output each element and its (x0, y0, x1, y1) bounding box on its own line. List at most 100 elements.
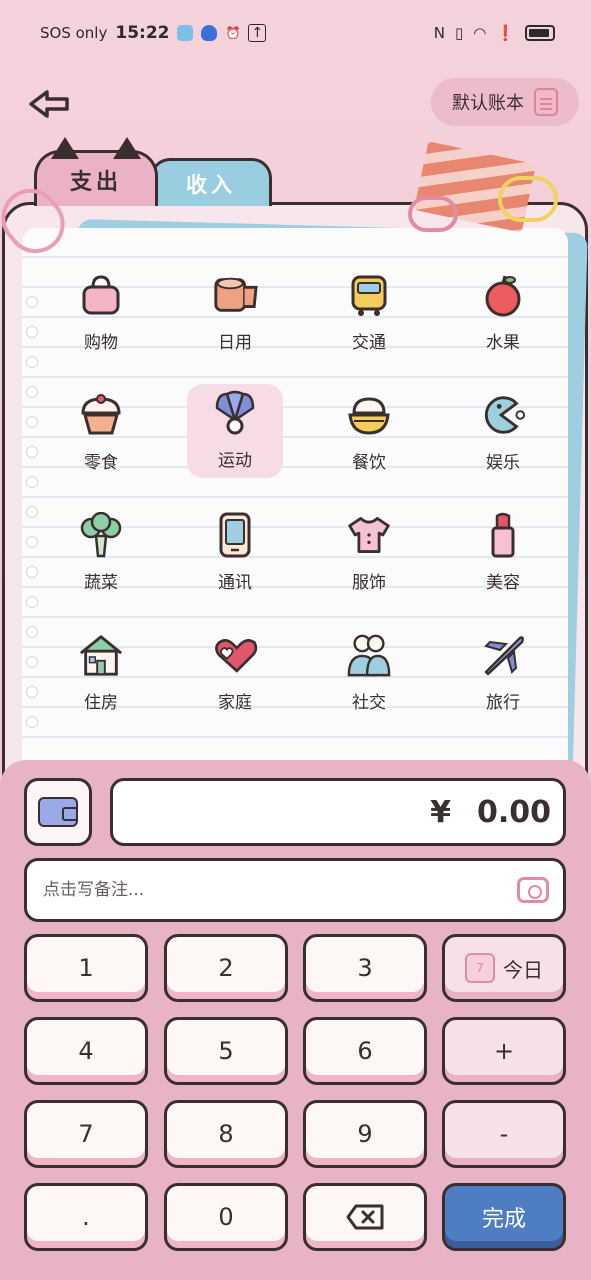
house-icon (78, 632, 124, 678)
nfc-icon: N (433, 24, 445, 42)
category-label: 零食 (84, 453, 118, 473)
calendar-icon: 7 (465, 953, 495, 983)
status-left: SOS only 15:22 ⏰ ↑ (40, 23, 267, 43)
plus-button[interactable]: + (442, 1017, 566, 1085)
app-notification-icon (177, 25, 194, 41)
key-dot[interactable]: . (24, 1183, 148, 1251)
key-4[interactable]: 4 (24, 1017, 148, 1085)
key-2[interactable]: 2 (164, 934, 288, 1002)
category-label: 日用 (218, 333, 252, 353)
ledger-selector-button[interactable]: 默认账本 (431, 78, 579, 126)
wifi-icon: ◠ (473, 24, 487, 42)
category-label: 服饰 (352, 573, 386, 593)
category-label: 旅行 (486, 693, 520, 713)
category-daily[interactable]: 日用 (187, 266, 283, 360)
back-arrow-icon (29, 90, 69, 118)
key-7[interactable]: 7 (24, 1100, 148, 1168)
shopping-bag-icon (78, 272, 124, 318)
phone-icon (212, 512, 258, 558)
status-right: N ▯ ◠ ❗ (434, 24, 555, 42)
category-label: 住房 (84, 693, 118, 713)
key-9[interactable]: 9 (303, 1100, 427, 1168)
date-label: 今日 (503, 957, 543, 982)
category-snacks[interactable]: 零食 (53, 386, 149, 480)
status-bar: SOS only 15:22 ⏰ ↑ N ▯ ◠ ❗ (0, 0, 591, 66)
key-0[interactable]: 0 (164, 1183, 288, 1251)
tab-income[interactable]: 收入 (150, 158, 272, 206)
category-label: 交通 (352, 333, 386, 353)
backspace-icon (346, 1204, 384, 1230)
date-button[interactable]: 7 今日 (442, 934, 566, 1002)
ledger-label: 默认账本 (452, 93, 524, 114)
category-family[interactable]: 家庭 (187, 626, 283, 720)
tab-expense[interactable]: 支出 (34, 137, 158, 206)
category-label: 蔬菜 (84, 573, 118, 593)
cat-ear-right (113, 137, 141, 159)
shirt-icon (346, 512, 392, 558)
category-label: 家庭 (218, 693, 252, 713)
category-social[interactable]: 社交 (321, 626, 417, 720)
remark-input[interactable] (43, 880, 463, 900)
done-button[interactable]: 完成 (442, 1183, 566, 1251)
category-dining[interactable]: 餐饮 (321, 386, 417, 480)
key-6[interactable]: 6 (303, 1017, 427, 1085)
lipstick-icon (480, 512, 526, 558)
tissue-roll-icon (212, 272, 258, 318)
cupcake-icon (78, 392, 124, 438)
category-vegetables[interactable]: 蔬菜 (53, 506, 149, 600)
camera-icon[interactable] (517, 877, 549, 903)
category-label: 餐饮 (352, 453, 386, 473)
account-select-button[interactable] (24, 778, 92, 846)
wallet-icon (38, 797, 78, 827)
category-label: 购物 (84, 333, 118, 353)
category-label: 娱乐 (486, 453, 520, 473)
category-shopping[interactable]: 购物 (53, 266, 149, 360)
category-label: 社交 (352, 693, 386, 713)
alarm-icon: ⏰ (225, 26, 241, 40)
cat-ear-left (51, 137, 79, 159)
vibrate-icon: ▯ (454, 24, 464, 42)
remark-field[interactable] (24, 858, 566, 922)
tab-income-label: 收入 (186, 172, 236, 197)
category-telecom[interactable]: 通讯 (187, 506, 283, 600)
category-label: 运动 (218, 451, 252, 471)
airplane-icon (480, 632, 526, 678)
back-button[interactable] (26, 86, 72, 122)
category-label: 通讯 (218, 573, 252, 593)
clock: 15:22 (115, 23, 170, 43)
category-label: 水果 (486, 333, 520, 353)
yellow-clip-decoration-icon (498, 176, 558, 222)
battery-icon (525, 25, 555, 41)
tab-expense-label: 支出 (69, 169, 122, 195)
category-clothing[interactable]: 服饰 (321, 506, 417, 600)
key-8[interactable]: 8 (164, 1100, 288, 1168)
amount-display: ¥ 0.00 (110, 778, 566, 846)
category-beauty[interactable]: 美容 (455, 506, 551, 600)
carrier-text: SOS only (40, 24, 108, 42)
key-5[interactable]: 5 (164, 1017, 288, 1085)
category-housing[interactable]: 住房 (53, 626, 149, 720)
hearts-icon (212, 632, 258, 678)
category-label: 美容 (486, 573, 520, 593)
amount-value: 0.00 (476, 794, 551, 830)
pacman-icon (480, 392, 526, 438)
minus-button[interactable]: - (442, 1100, 566, 1168)
key-1[interactable]: 1 (24, 934, 148, 1002)
apple-icon (480, 272, 526, 318)
shuttlecock-icon (212, 390, 258, 436)
key-3[interactable]: 3 (303, 934, 427, 1002)
broccoli-icon (78, 512, 124, 558)
category-travel[interactable]: 旅行 (455, 626, 551, 720)
people-icon (346, 632, 392, 678)
backspace-button[interactable] (303, 1183, 427, 1251)
bus-icon (346, 272, 392, 318)
category-transport[interactable]: 交通 (321, 266, 417, 360)
currency-symbol: ¥ (430, 794, 451, 830)
category-sports[interactable]: 运动 (187, 384, 283, 478)
category-entertainment[interactable]: 娱乐 (455, 386, 551, 480)
shield-notification-icon (201, 25, 218, 41)
upload-icon: ↑ (248, 24, 267, 42)
category-fruit[interactable]: 水果 (455, 266, 551, 360)
notebook-holes (26, 296, 40, 746)
signal-alert-icon: ❗ (496, 24, 515, 42)
